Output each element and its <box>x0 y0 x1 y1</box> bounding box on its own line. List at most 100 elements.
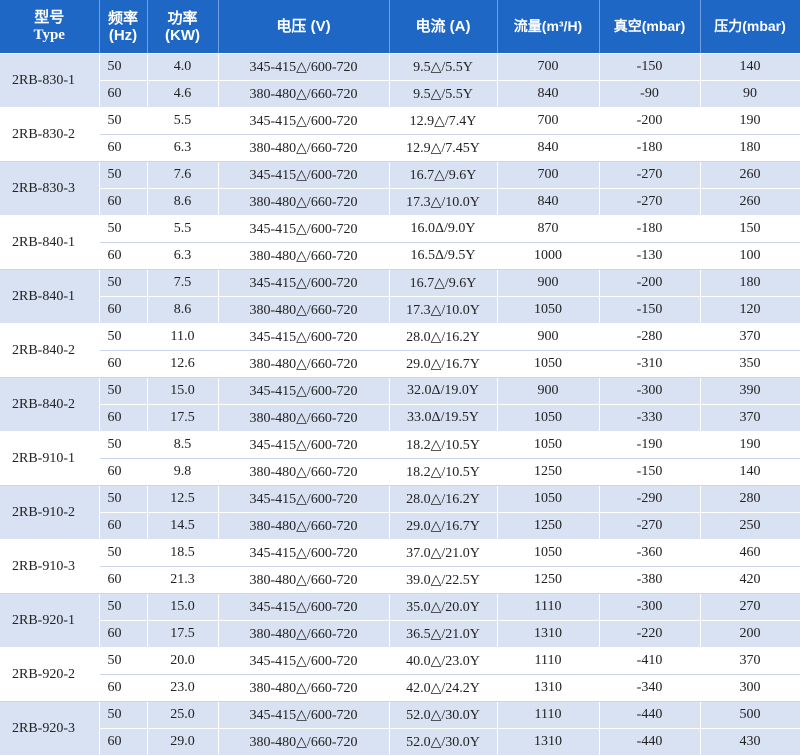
table-row: 2RB-840-2 50 11.0 345-415△/600-720 28.0△/16.… <box>0 323 800 378</box>
voltage-cell: 380-480△/660-720 <box>218 566 390 594</box>
pressure-cell: 270 <box>700 593 800 621</box>
power-cell: 8.6 <box>147 296 219 324</box>
current-cell: 9.5△/5.5Y <box>389 53 498 81</box>
voltage-cell: 345-415△/600-720 <box>218 107 390 135</box>
voltage-cell: 380-480△/660-720 <box>218 188 390 216</box>
table-row: 60 21.3 380-480△/660-720 39.0△/22.5Y 1250 -38… <box>0 566 800 594</box>
vacuum-cell: -440 <box>599 728 701 756</box>
table-row: 2RB-840-2 50 15.0 345-415△/600-720 32.0Δ/19.… <box>0 377 800 432</box>
pressure-cell: 350 <box>700 350 800 378</box>
voltage-cell: 345-415△/600-720 <box>218 269 390 297</box>
power-cell: 17.5 <box>147 404 219 432</box>
frequency-cell: 50 <box>99 593 148 621</box>
vacuum-cell: -90 <box>599 80 701 108</box>
power-cell: 12.6 <box>147 350 219 378</box>
flow-cell: 1110 <box>497 593 600 621</box>
vacuum-cell: -270 <box>599 161 701 189</box>
vacuum-cell: -150 <box>599 296 701 324</box>
vacuum-cell: -130 <box>599 242 701 270</box>
power-cell: 17.5 <box>147 620 219 648</box>
frequency-cell: 50 <box>99 53 148 81</box>
current-cell: 52.0△/30.0Y <box>389 701 498 729</box>
flow-cell: 1050 <box>497 404 600 432</box>
current-cell: 33.0Δ/19.5Y <box>389 404 498 432</box>
flow-cell: 1110 <box>497 647 600 675</box>
vacuum-cell: -200 <box>599 107 701 135</box>
current-cell: 28.0△/16.2Y <box>389 485 498 513</box>
power-cell: 25.0 <box>147 701 219 729</box>
power-cell: 4.6 <box>147 80 219 108</box>
vacuum-cell: -310 <box>599 350 701 378</box>
model-cell: 2RB-830-2 <box>0 107 100 162</box>
voltage-cell: 380-480△/660-720 <box>218 80 390 108</box>
flow-cell: 1050 <box>497 431 600 459</box>
pressure-cell: 430 <box>700 728 800 756</box>
vacuum-cell: -300 <box>599 593 701 621</box>
table-row: 60 6.3 380-480△/660-720 12.9△/7.45Y 840 -180 1… <box>0 134 800 162</box>
flow-cell: 840 <box>497 134 600 162</box>
voltage-cell: 380-480△/660-720 <box>218 242 390 270</box>
power-cell: 12.5 <box>147 485 219 513</box>
model-cell: 2RB-920-2 <box>0 647 100 702</box>
current-cell: 37.0△/21.0Y <box>389 539 498 567</box>
voltage-cell: 380-480△/660-720 <box>218 728 390 756</box>
current-cell: 28.0△/16.2Y <box>389 323 498 351</box>
current-cell: 52.0△/30.0Y <box>389 728 498 756</box>
table-row: 2RB-920-1 50 15.0 345-415△/600-720 35.0△/20.… <box>0 593 800 648</box>
voltage-cell: 345-415△/600-720 <box>218 593 390 621</box>
vacuum-cell: -360 <box>599 539 701 567</box>
voltage-cell: 380-480△/660-720 <box>218 620 390 648</box>
table-row: 60 12.6 380-480△/660-720 29.0△/16.7Y 1050 -31… <box>0 350 800 378</box>
header-row: 型号 Type 频率 (Hz) 功率 (KW) 电压 (V) 电流 (A) 流量… <box>0 0 800 54</box>
flow-cell: 1110 <box>497 701 600 729</box>
pressure-cell: 90 <box>700 80 800 108</box>
table-row: 2RB-920-2 50 20.0 345-415△/600-720 40.0△/23.… <box>0 647 800 702</box>
flow-cell: 1050 <box>497 296 600 324</box>
pressure-cell: 100 <box>700 242 800 270</box>
current-cell: 29.0△/16.7Y <box>389 512 498 540</box>
voltage-cell: 380-480△/660-720 <box>218 296 390 324</box>
flow-cell: 1050 <box>497 485 600 513</box>
voltage-cell: 380-480△/660-720 <box>218 458 390 486</box>
table-row: 60 17.5 380-480△/660-720 36.5△/21.0Y 1310 -22… <box>0 620 800 648</box>
frequency-cell: 50 <box>99 107 148 135</box>
table-row: 60 6.3 380-480△/660-720 16.5Δ/9.5Y 1000 -130 1… <box>0 242 800 270</box>
current-cell: 18.2△/10.5Y <box>389 431 498 459</box>
power-cell: 14.5 <box>147 512 219 540</box>
pressure-cell: 300 <box>700 674 800 702</box>
current-cell: 40.0△/23.0Y <box>389 647 498 675</box>
header-vacuum: 真空(mbar) <box>599 0 701 54</box>
vacuum-cell: -150 <box>599 53 701 81</box>
flow-cell: 1250 <box>497 458 600 486</box>
voltage-cell: 380-480△/660-720 <box>218 134 390 162</box>
pressure-cell: 150 <box>700 215 800 243</box>
vacuum-cell: -440 <box>599 701 701 729</box>
model-cell: 2RB-840-1 <box>0 215 100 270</box>
vacuum-cell: -330 <box>599 404 701 432</box>
pressure-cell: 500 <box>700 701 800 729</box>
frequency-cell: 60 <box>99 350 148 378</box>
flow-cell: 1000 <box>497 242 600 270</box>
power-cell: 29.0 <box>147 728 219 756</box>
current-cell: 12.9△/7.45Y <box>389 134 498 162</box>
power-cell: 15.0 <box>147 593 219 621</box>
current-cell: 9.5△/5.5Y <box>389 80 498 108</box>
voltage-cell: 380-480△/660-720 <box>218 512 390 540</box>
current-cell: 12.9△/7.4Y <box>389 107 498 135</box>
power-cell: 7.5 <box>147 269 219 297</box>
power-cell: 4.0 <box>147 53 219 81</box>
frequency-cell: 60 <box>99 80 148 108</box>
header-type: 型号 Type <box>0 0 100 54</box>
table-row: 2RB-830-1 50 4.0 345-415△/600-720 9.5△/5.5Y 7… <box>0 53 800 108</box>
table-row: 2RB-920-3 50 25.0 345-415△/600-720 52.0△/30.… <box>0 701 800 756</box>
header-frequency-unit: (Hz) <box>108 26 138 44</box>
power-cell: 5.5 <box>147 107 219 135</box>
flow-cell: 840 <box>497 80 600 108</box>
power-cell: 9.8 <box>147 458 219 486</box>
current-cell: 16.5Δ/9.5Y <box>389 242 498 270</box>
current-cell: 16.7△/9.6Y <box>389 269 498 297</box>
pressure-cell: 180 <box>700 269 800 297</box>
vacuum-cell: -270 <box>599 512 701 540</box>
header-current: 电流 (A) <box>389 0 498 54</box>
table-row: 60 4.6 380-480△/660-720 9.5△/5.5Y 840 -90 90 <box>0 80 800 108</box>
